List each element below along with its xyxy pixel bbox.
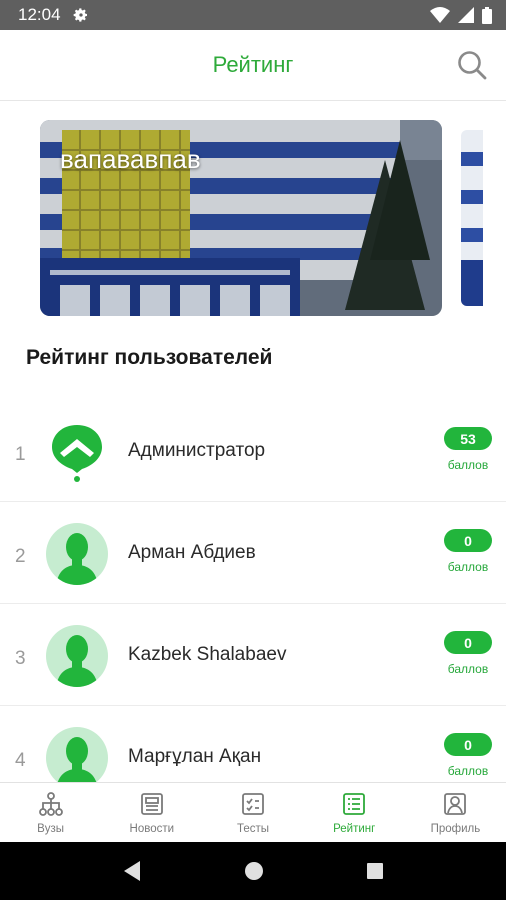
user-name: Арман Абдиев xyxy=(128,542,256,563)
rating-list: 1 Администратор 53 баллов 2 Арман Абдиев… xyxy=(0,400,506,808)
user-name: Администратор xyxy=(128,440,266,461)
list-item[interactable]: 1 Администратор 53 баллов xyxy=(0,400,506,502)
screen: 12:04 Рейтинг вапававпав Рейтинг пользов… xyxy=(0,0,506,900)
nav-item-tests[interactable]: Тесты xyxy=(202,783,303,842)
page-title: Рейтинг xyxy=(212,52,294,77)
rank-number: 4 xyxy=(15,750,26,771)
recents-icon[interactable] xyxy=(366,862,384,880)
wifi-icon xyxy=(430,7,450,23)
status-time: 12:04 xyxy=(18,5,61,24)
rank-number: 3 xyxy=(15,648,26,669)
nav-item-profile[interactable]: Профиль xyxy=(405,783,506,842)
banner-card-next[interactable] xyxy=(461,130,483,306)
profile-icon xyxy=(444,793,467,815)
network-icon xyxy=(38,792,63,816)
points-label: баллов xyxy=(447,560,489,574)
user-silhouette-icon xyxy=(46,727,108,789)
battery-icon xyxy=(482,6,492,24)
nav-label: Новости xyxy=(129,823,175,835)
bottom-navigation: Вузы Новости Тесты Рейтинг Профиль xyxy=(0,782,506,842)
signal-icon xyxy=(458,7,474,23)
section-title: Рейтинг пользователей xyxy=(26,346,273,369)
points-label: баллов xyxy=(447,662,489,676)
user-silhouette-icon xyxy=(46,625,108,687)
list-item[interactable]: 2 Арман Абдиев 0 баллов xyxy=(0,502,506,604)
nav-label: Рейтинг xyxy=(333,823,376,835)
app-logo-icon xyxy=(46,421,108,483)
back-icon[interactable] xyxy=(122,860,142,882)
banner-card[interactable]: вапававпав xyxy=(40,120,442,316)
nav-label: Вузы xyxy=(37,823,65,835)
home-icon[interactable] xyxy=(244,861,264,881)
user-silhouette-icon xyxy=(46,523,108,585)
nav-item-rating[interactable]: Рейтинг xyxy=(304,783,405,842)
points-badge: 0 xyxy=(444,733,492,756)
points-badge: 53 xyxy=(444,427,492,450)
news-icon xyxy=(140,793,163,815)
nav-label: Профиль xyxy=(430,823,481,835)
banner-title: вапававпав xyxy=(60,144,201,174)
points-badge: 0 xyxy=(444,631,492,654)
rank-number: 2 xyxy=(15,546,26,567)
search-icon[interactable] xyxy=(456,49,488,81)
points-badge: 0 xyxy=(444,529,492,552)
rank-number: 1 xyxy=(15,444,26,465)
nav-item-universities[interactable]: Вузы xyxy=(0,783,101,842)
checklist-icon xyxy=(242,793,264,815)
gear-icon xyxy=(73,8,87,22)
status-bar: 12:04 xyxy=(0,0,506,30)
points-label: баллов xyxy=(447,458,489,472)
app-bar: Рейтинг xyxy=(0,30,506,101)
nav-label: Тесты xyxy=(236,823,270,835)
system-navigation-bar xyxy=(0,842,506,900)
list-icon xyxy=(343,793,366,815)
list-item[interactable]: 3 Kazbek Shalabaev 0 баллов xyxy=(0,604,506,706)
building-photo-next xyxy=(461,130,483,306)
user-name: Kazbek Shalabaev xyxy=(128,644,287,665)
nav-item-news[interactable]: Новости xyxy=(101,783,202,842)
user-name: Марғұлан Ақан xyxy=(128,746,262,767)
points-label: баллов xyxy=(447,764,489,778)
